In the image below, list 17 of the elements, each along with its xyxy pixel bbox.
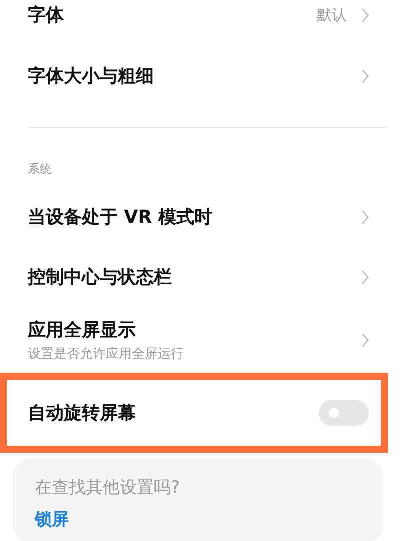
suggestion-link[interactable]: 锁屏: [35, 509, 69, 531]
chevron-right-icon: [361, 332, 370, 348]
suggestion-question: 在查找其他设置吗?: [35, 477, 180, 500]
row-title: 控制中心与状态栏: [28, 266, 173, 289]
toggle-switch[interactable]: [319, 400, 369, 426]
chevron-right-icon: [361, 210, 370, 224]
section-header: 系统: [28, 161, 53, 178]
row-title: 字体: [28, 4, 65, 27]
chevron-right-icon: [361, 270, 370, 284]
chevron-right-icon: [361, 8, 370, 22]
row-title: 字体大小与粗细: [28, 65, 155, 88]
row-title: 当设备处于 VR 模式时: [28, 206, 214, 229]
row-title: 自动旋转屏幕: [28, 402, 137, 425]
chevron-right-icon: [361, 68, 370, 84]
row-value: 默认: [317, 6, 347, 24]
row-title: 应用全屏显示: [28, 318, 137, 342]
row-subtitle: 设置是否允许应用全屏运行: [28, 346, 185, 362]
